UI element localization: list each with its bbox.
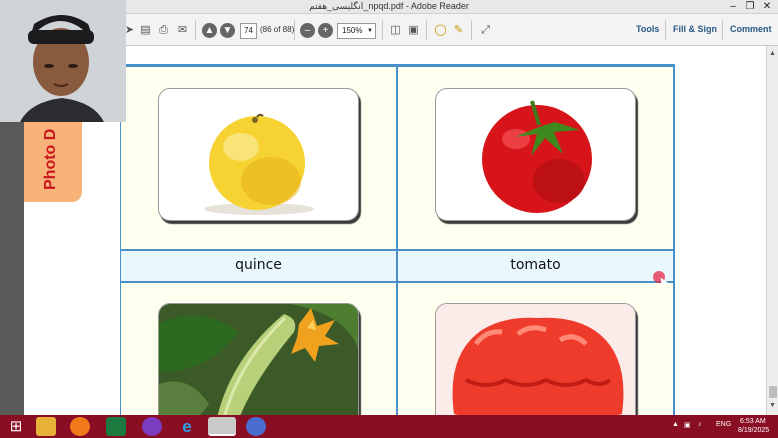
photo-tab[interactable]: Photo D — [24, 110, 82, 202]
comment-button[interactable]: Comment — [730, 24, 772, 34]
zoom-select[interactable]: 150% ▼ — [337, 23, 376, 39]
file-explorer-icon[interactable] — [36, 417, 56, 436]
media-center-icon[interactable] — [208, 417, 236, 436]
toolbar-divider — [665, 20, 666, 40]
card-label-cell: quince — [120, 250, 397, 282]
scrollbar-thumb[interactable] — [769, 386, 777, 398]
vertical-scrollbar[interactable]: ▲ ▼ — [766, 46, 778, 415]
zoom-out-icon[interactable]: – — [300, 23, 315, 38]
next-page-icon[interactable]: ▼ — [220, 23, 235, 38]
toolbar-divider — [382, 20, 383, 40]
zoom-in-icon[interactable]: + — [318, 23, 333, 38]
page-number-input[interactable]: 74 — [240, 23, 257, 39]
clock-date[interactable]: 8/19/2025 — [738, 427, 769, 434]
fit-page-icon[interactable]: ◫ — [388, 23, 403, 38]
minimize-button[interactable]: – — [724, 0, 742, 13]
toolbar-divider — [722, 20, 723, 40]
card-cell — [120, 282, 397, 415]
volume-icon[interactable]: ♪ — [698, 421, 702, 428]
flashcard-grid: quince tomato — [120, 64, 675, 415]
toolbar-divider — [294, 20, 295, 40]
expand-icon[interactable]: ⤢ — [478, 23, 493, 38]
document-page[interactable]: quince tomato — [120, 46, 766, 415]
internet-explorer-icon[interactable]: e — [177, 417, 197, 436]
jelly-image — [435, 303, 636, 415]
close-button[interactable]: ✕ — [758, 0, 776, 13]
page-count-label: (86 of 88) — [260, 25, 295, 34]
restore-button[interactable]: ❐ — [741, 0, 759, 13]
visual-studio-icon[interactable] — [142, 417, 162, 436]
network-icon[interactable]: ▣ — [684, 421, 691, 429]
card-cell — [397, 66, 674, 250]
show-hidden-icons-icon[interactable]: ▲ — [672, 421, 679, 428]
toolbar-divider — [471, 20, 472, 40]
quince-image — [158, 88, 359, 221]
scroll-up-icon[interactable]: ▲ — [769, 50, 776, 57]
email-icon[interactable]: ✉ — [175, 23, 190, 38]
save-icon[interactable]: ▤ — [138, 23, 153, 38]
tools-button[interactable]: Tools — [636, 24, 659, 34]
highlight-icon[interactable]: ✎ — [451, 23, 466, 38]
fill-sign-button[interactable]: Fill & Sign — [673, 24, 717, 34]
zucchini-image — [158, 303, 359, 415]
zoom-value: 150% — [342, 26, 363, 35]
previous-page-icon[interactable]: ▲ — [202, 23, 217, 38]
card-label: tomato — [510, 257, 561, 273]
screen-recorder-icon[interactable] — [246, 417, 266, 436]
tomato-image — [435, 88, 636, 221]
chevron-down-icon: ▼ — [367, 28, 373, 34]
language-indicator[interactable]: ENG — [716, 421, 731, 428]
scroll-down-icon[interactable]: ▼ — [769, 402, 776, 409]
toolbar-divider — [426, 20, 427, 40]
print-icon[interactable]: ⎙ — [156, 23, 171, 38]
card-cell — [397, 282, 674, 415]
photo-tab-label: Photo D — [42, 128, 59, 190]
card-label-cell: tomato — [397, 250, 674, 282]
comment-bubble-icon[interactable]: ◯ — [433, 23, 448, 38]
excel-icon[interactable] — [106, 417, 126, 436]
card-cell — [120, 66, 397, 250]
toolbar-divider — [195, 20, 196, 40]
clock-time[interactable]: 6:53 AM — [740, 418, 766, 425]
taskbar: ⊞ e ▲ ▣ ♪ ENG 6:53 AM 8/19/2025 — [0, 415, 778, 438]
webcam-overlay — [0, 0, 126, 122]
card-label: quince — [235, 257, 282, 273]
windows-start-icon[interactable]: ⊞ — [6, 417, 26, 436]
full-screen-icon[interactable]: ▣ — [406, 23, 421, 38]
firefox-icon[interactable] — [70, 417, 90, 436]
